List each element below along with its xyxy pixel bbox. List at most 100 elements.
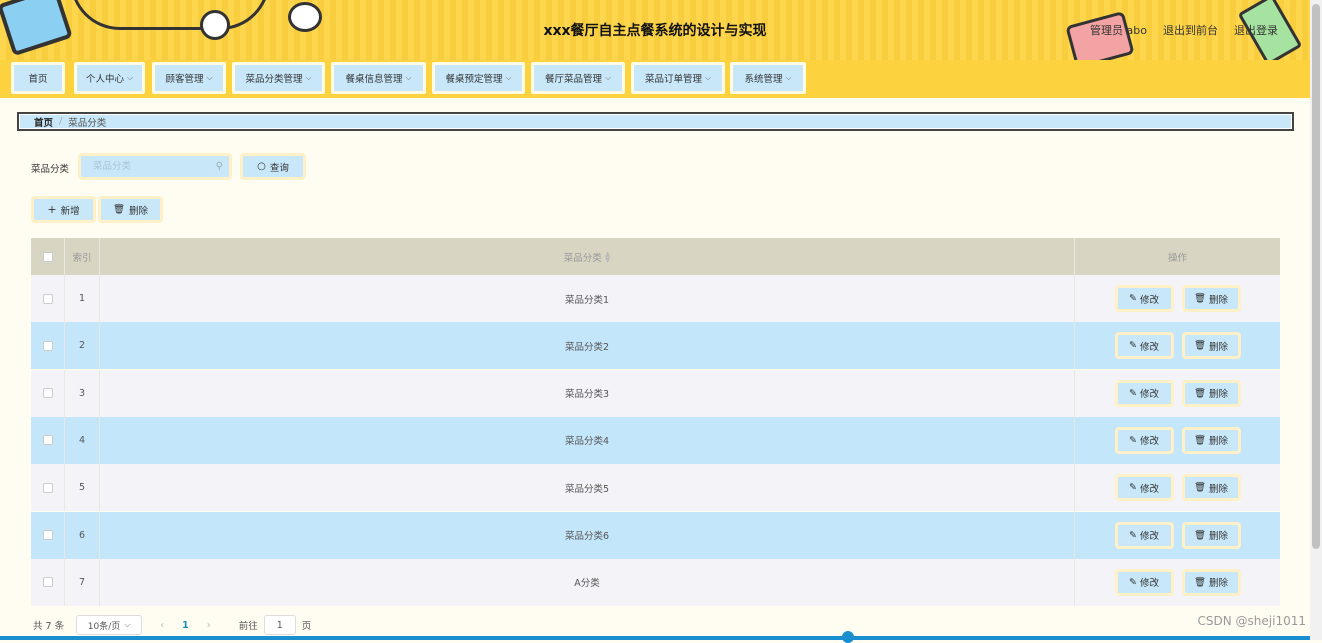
row-checkbox[interactable] [42, 577, 53, 588]
nav-item-table-booking-mgmt[interactable]: 餐桌预定管理 ⌵ [432, 62, 525, 94]
row-index: 5 [64, 464, 99, 512]
row-checkbox[interactable] [42, 482, 53, 493]
trash-icon: 🗑 [1193, 576, 1207, 588]
sort-icon[interactable]: ▲ ▼ [605, 250, 610, 263]
vertical-scrollbar-thumb[interactable] [1312, 4, 1320, 549]
nav-item-label: 首页 [28, 74, 48, 85]
header-bar: xxx餐厅自主点餐系统的设计与实现 管理员 abo 退出到前台 退出登录 [0, 0, 1310, 60]
nav-item-customer-mgmt[interactable]: 顾客管理 ⌵ [152, 62, 226, 94]
table-row: 2 菜品分类2 ✎ 修改 🗑 删除 [31, 322, 1280, 370]
search-field: ⚲ [78, 153, 232, 180]
nav-item-system-mgmt[interactable]: 系统管理 ⌵ [730, 62, 806, 94]
edit-icon: ✎ [1129, 293, 1137, 304]
row-category-name: A分类 [99, 558, 1074, 606]
trash-icon: 🗑 [1193, 387, 1207, 399]
breadcrumb-current: 菜品分类 [68, 117, 107, 129]
row-checkbox[interactable] [42, 340, 53, 351]
edit-button-label: 修改 [1139, 341, 1159, 353]
edit-button[interactable]: ✎ 修改 [1114, 568, 1174, 596]
edit-icon: ✎ [1129, 576, 1137, 588]
row-checkbox-cell [31, 512, 64, 559]
select-all-checkbox[interactable] [42, 251, 53, 262]
logout-link[interactable]: 退出登录 [1234, 22, 1278, 38]
row-checkbox[interactable] [42, 530, 53, 540]
prev-page-button[interactable]: ‹ [160, 620, 164, 631]
edit-button[interactable]: ✎ 修改 [1114, 474, 1174, 502]
row-index: 2 [64, 322, 99, 370]
row-category-name: 菜品分类6 [99, 511, 1074, 559]
column-header-operation: 操作 [1074, 238, 1280, 275]
row-operations: ✎ 修改 🗑 删除 [1074, 275, 1280, 322]
row-operations: ✎ 修改 🗑 删除 [1074, 322, 1280, 370]
delete-button-label: 删除 [129, 205, 149, 217]
nav-item-label: 个人中心 [85, 74, 124, 85]
nav-item-home[interactable]: 首页 [11, 62, 65, 94]
edit-button-label: 修改 [1139, 389, 1159, 401]
add-button-label: 新增 [60, 205, 80, 217]
header-checkbox-cell [31, 238, 64, 275]
page-size-select[interactable]: 10条/页 ⌵ [76, 615, 143, 635]
query-button-label: 查询 [269, 162, 289, 174]
delete-button[interactable]: 🗑 删除 [1181, 332, 1241, 360]
row-operations: ✎ 修改 🗑 删除 [1074, 558, 1280, 606]
edit-button[interactable]: ✎ 修改 [1114, 521, 1174, 549]
chevron-down-icon: ⌵ [305, 73, 312, 82]
nav-item-restaurant-dish-mgmt[interactable]: 餐厅菜品管理 ⌵ [531, 62, 625, 94]
goto-page-input[interactable]: 1 [263, 615, 296, 635]
nav-item-dish-category-mgmt[interactable]: 菜品分类管理 ⌵ [232, 62, 325, 94]
column-header-name-label: 菜品分类 [563, 252, 602, 264]
delete-button[interactable]: 🗑 删除 [1181, 521, 1241, 549]
chevron-down-icon: ⌵ [785, 73, 792, 82]
row-checkbox-cell [31, 464, 64, 511]
edit-button[interactable]: ✎ 修改 [1114, 285, 1174, 312]
progress-handle[interactable] [842, 631, 854, 643]
trash-icon: 🗑 [1193, 340, 1207, 352]
page-number-current[interactable]: 1 [182, 620, 189, 631]
nav-item-label: 餐桌预定管理 [445, 74, 503, 85]
edit-button[interactable]: ✎ 修改 [1114, 426, 1174, 454]
watermark: CSDN @sheji1011 [1197, 614, 1306, 628]
delete-button[interactable]: 🗑 删除 [1181, 285, 1241, 312]
edit-button-label: 修改 [1139, 578, 1159, 590]
row-category-name: 菜品分类3 [99, 369, 1074, 417]
bulk-delete-button[interactable]: 🗑 删除 [98, 196, 163, 223]
edit-button[interactable]: ✎ 修改 [1114, 332, 1174, 360]
edit-icon: ✎ [1129, 482, 1137, 494]
nav-item-personal-center[interactable]: 个人中心 ⌵ [74, 62, 145, 94]
query-button[interactable]: ○ 查询 [240, 153, 306, 180]
edit-button[interactable]: ✎ 修改 [1114, 379, 1174, 407]
edit-button-label: 修改 [1139, 294, 1159, 306]
chevron-down-icon: ⌵ [124, 620, 131, 629]
nav-item-table-info-mgmt[interactable]: 餐桌信息管理 ⌵ [331, 62, 426, 94]
table-row: 7 A分类 ✎ 修改 🗑 删除 [31, 558, 1280, 606]
column-header-name[interactable]: 菜品分类 ▲ ▼ [99, 238, 1074, 275]
delete-button[interactable]: 🗑 删除 [1181, 379, 1241, 407]
nav-item-label: 餐桌信息管理 [345, 74, 403, 85]
delete-button[interactable]: 🗑 删除 [1181, 474, 1241, 502]
row-index: 6 [64, 511, 99, 559]
goto-label: 前往 [238, 621, 258, 632]
row-index: 1 [64, 275, 99, 322]
row-checkbox[interactable] [42, 388, 53, 399]
nav-item-dish-order-mgmt[interactable]: 菜品订单管理 ⌵ [631, 62, 725, 94]
delete-button-label: 删除 [1209, 436, 1229, 448]
edit-icon: ✎ [1129, 434, 1137, 446]
pagination-total: 共 7 条 [33, 621, 65, 632]
delete-button[interactable]: 🗑 删除 [1181, 568, 1241, 596]
row-checkbox[interactable] [42, 293, 53, 304]
breadcrumb-separator: / [59, 116, 63, 127]
row-index: 3 [64, 369, 99, 417]
row-category-name: 菜品分类2 [99, 322, 1074, 370]
next-page-button[interactable]: › [207, 620, 211, 631]
trash-icon: 🗑 [1193, 293, 1207, 304]
breadcrumb-home[interactable]: 首页 [34, 115, 53, 129]
exit-to-front-link[interactable]: 退出到前台 [1163, 22, 1218, 38]
delete-button[interactable]: 🗑 删除 [1181, 426, 1241, 454]
search-input[interactable] [91, 160, 201, 173]
chevron-down-icon: ⌵ [126, 73, 134, 82]
row-checkbox[interactable] [42, 435, 53, 446]
nav-item-label: 系统管理 [744, 74, 783, 85]
add-button[interactable]: + 新增 [31, 196, 96, 223]
table-row: 4 菜品分类4 ✎ 修改 🗑 删除 [31, 416, 1280, 464]
edit-button-label: 修改 [1139, 436, 1159, 448]
